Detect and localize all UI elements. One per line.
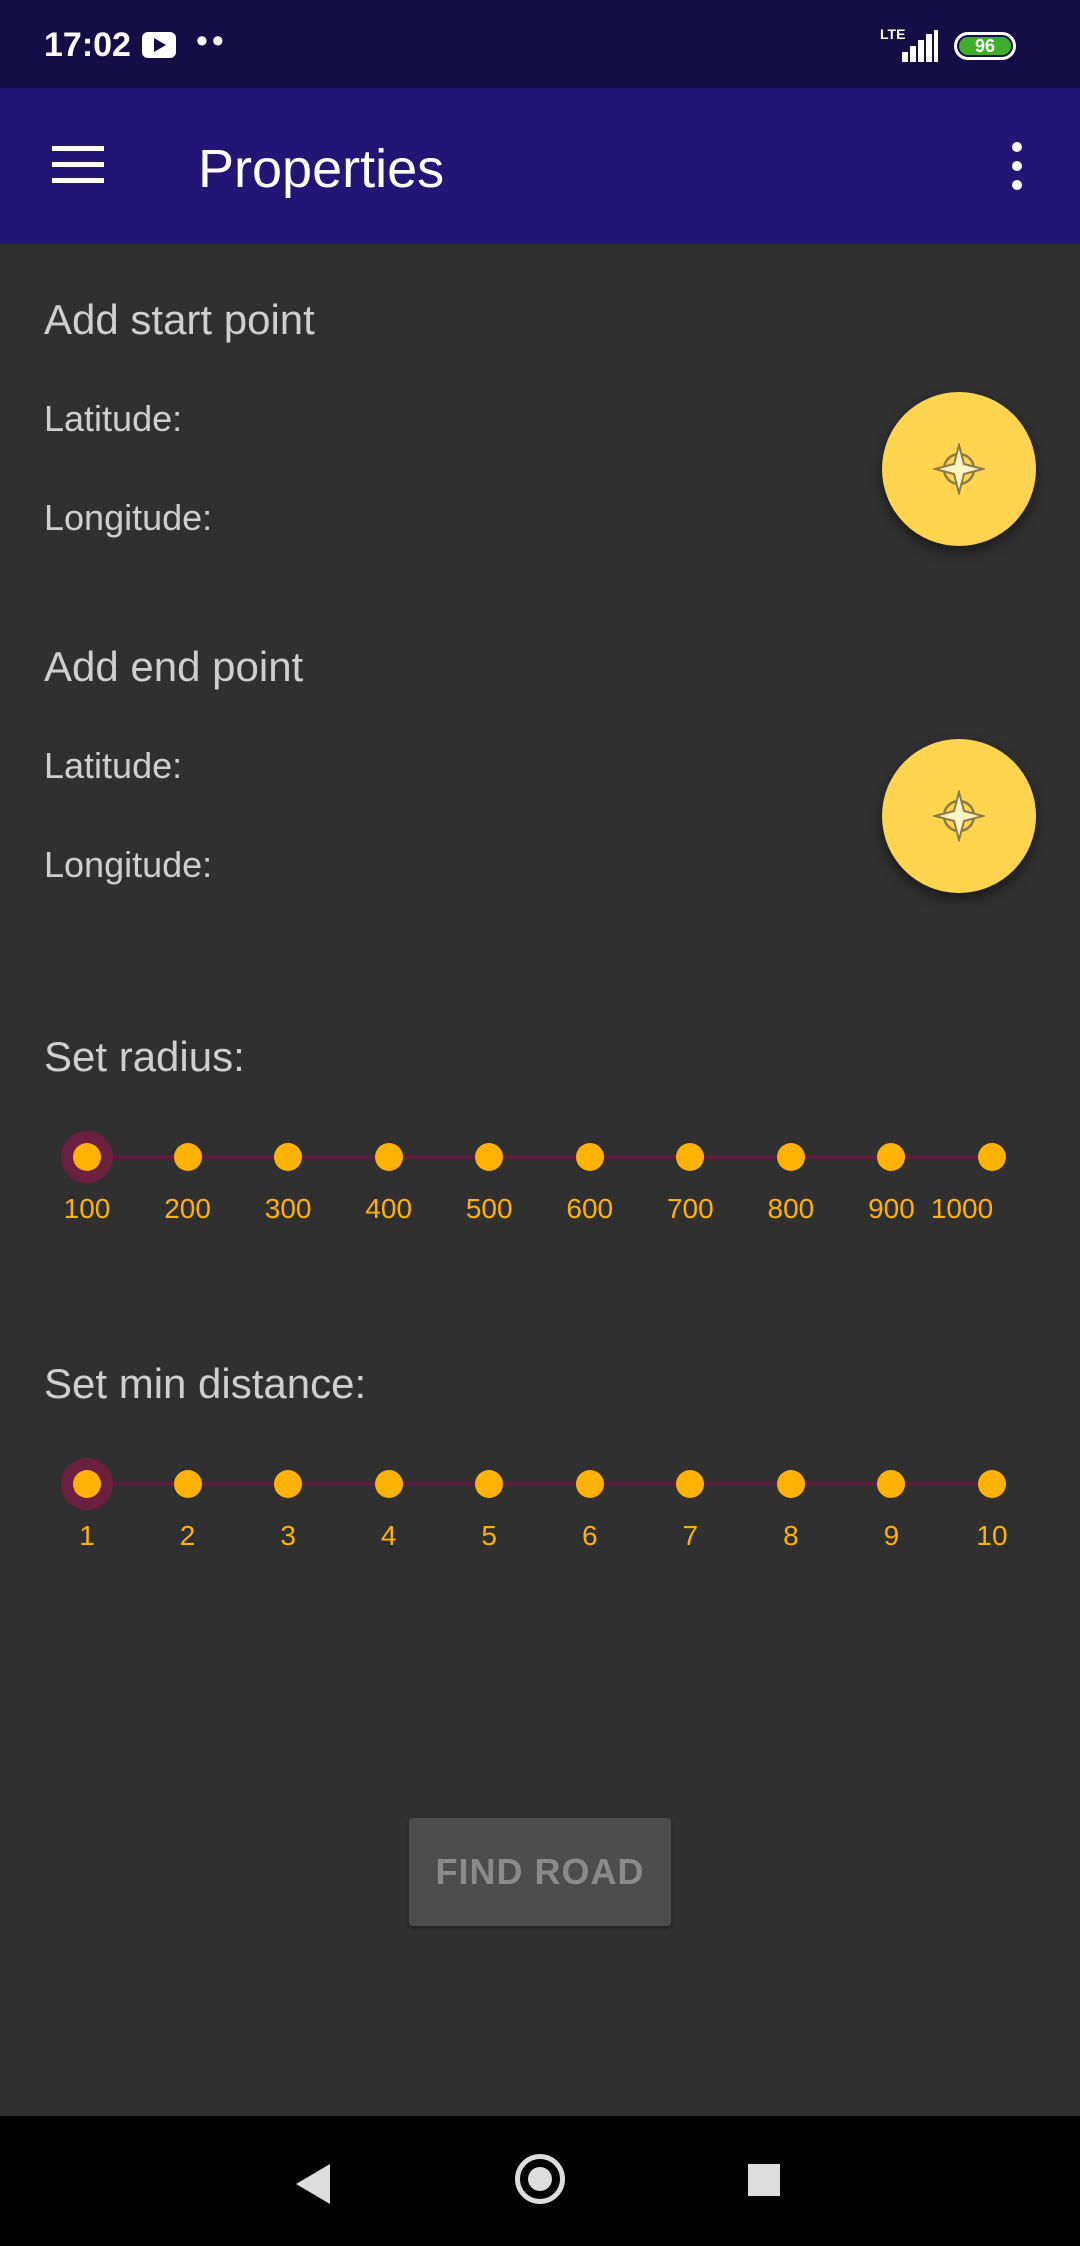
end-point-title: Add end point bbox=[44, 643, 304, 690]
signal-icon bbox=[898, 30, 938, 62]
status-time: 17:02 bbox=[44, 26, 131, 64]
slider-tick-label: 10 bbox=[976, 1520, 1008, 1551]
slider-tick[interactable] bbox=[274, 1470, 303, 1498]
status-bar: 17:02 •• LTE 96 bbox=[0, 0, 1080, 88]
slider-tick[interactable] bbox=[575, 1143, 604, 1171]
slider-tick[interactable] bbox=[978, 1143, 1006, 1171]
slider-tick-label: 500 bbox=[465, 1193, 513, 1224]
slider-tick[interactable] bbox=[676, 1470, 705, 1498]
notification-dots-icon: •• bbox=[196, 22, 228, 60]
slider-tick[interactable] bbox=[173, 1143, 202, 1171]
slider-tick[interactable] bbox=[575, 1470, 604, 1498]
slider-tick[interactable] bbox=[374, 1143, 403, 1171]
slider-track bbox=[87, 1482, 992, 1486]
end-latitude-label: Latitude: bbox=[44, 745, 183, 786]
min-distance-slider[interactable]: 1 2 3 4 5 6 7 8 9 10 bbox=[61, 1434, 1008, 1551]
slider-tick[interactable] bbox=[877, 1470, 906, 1498]
menu-icon[interactable] bbox=[52, 146, 104, 184]
slider-tick-label: 2 bbox=[179, 1520, 196, 1551]
recents-icon[interactable] bbox=[748, 2164, 780, 2196]
slider-track bbox=[87, 1155, 992, 1159]
slider-tick-label: 300 bbox=[264, 1193, 312, 1224]
slider-tick-label: 200 bbox=[164, 1193, 211, 1224]
radius-title: Set radius: bbox=[44, 1033, 245, 1080]
slider-tick-label: 3 bbox=[280, 1520, 296, 1551]
slider-tick-label: 7 bbox=[682, 1520, 699, 1551]
slider-tick[interactable] bbox=[978, 1470, 1006, 1498]
start-point-location-button[interactable] bbox=[882, 392, 1036, 546]
slider-tick[interactable] bbox=[73, 1470, 101, 1498]
slider-tick-label: 900 bbox=[868, 1193, 915, 1224]
min-distance-title: Set min distance: bbox=[44, 1360, 367, 1407]
slider-tick-label: 1000 bbox=[930, 1193, 994, 1224]
end-longitude-label: Longitude: bbox=[44, 844, 213, 885]
slider-tick[interactable] bbox=[73, 1143, 101, 1171]
slider-tick-label: 9 bbox=[883, 1520, 900, 1551]
slider-tick-label: 6 bbox=[581, 1520, 598, 1551]
app-bar: Properties bbox=[0, 88, 1080, 244]
page-title: Properties bbox=[198, 139, 445, 199]
home-icon[interactable] bbox=[515, 2154, 565, 2204]
start-latitude-label: Latitude: bbox=[44, 398, 183, 439]
battery-icon: 96 bbox=[954, 32, 1016, 60]
slider-tick-label: 1 bbox=[79, 1520, 95, 1551]
navigation-bar bbox=[0, 2116, 1080, 2246]
crosshair-icon bbox=[933, 443, 985, 495]
radius-slider[interactable]: 100 200 300 400 500 600 700 800 900 1000 bbox=[61, 1107, 1006, 1224]
slider-tick[interactable] bbox=[676, 1143, 705, 1171]
slider-tick-label: 8 bbox=[783, 1520, 799, 1551]
slider-tick[interactable] bbox=[776, 1143, 805, 1171]
slider-tick[interactable] bbox=[374, 1470, 403, 1498]
slider-tick[interactable] bbox=[274, 1143, 303, 1171]
slider-tick[interactable] bbox=[475, 1143, 504, 1171]
slider-tick-label: 600 bbox=[566, 1193, 614, 1224]
slider-tick-label: 400 bbox=[365, 1193, 413, 1224]
slider-tick-label: 800 bbox=[767, 1193, 815, 1224]
overflow-menu-icon[interactable] bbox=[1010, 142, 1024, 190]
start-longitude-label: Longitude: bbox=[44, 497, 213, 538]
start-point-title: Add start point bbox=[44, 296, 315, 343]
slider-tick[interactable] bbox=[173, 1470, 202, 1498]
youtube-icon bbox=[142, 32, 176, 58]
back-icon[interactable] bbox=[296, 2164, 330, 2204]
slider-tick-label: 700 bbox=[666, 1193, 714, 1224]
slider-tick[interactable] bbox=[776, 1470, 805, 1498]
crosshair-icon bbox=[933, 790, 985, 842]
slider-tick-label: 100 bbox=[63, 1193, 111, 1224]
slider-tick-label: 5 bbox=[481, 1520, 498, 1551]
slider-tick[interactable] bbox=[475, 1470, 504, 1498]
battery-level: 96 bbox=[959, 37, 1011, 56]
slider-tick-label: 4 bbox=[380, 1520, 397, 1551]
slider-tick[interactable] bbox=[877, 1143, 906, 1171]
find-road-button[interactable]: FIND ROAD bbox=[409, 1818, 671, 1926]
end-point-location-button[interactable] bbox=[882, 739, 1036, 893]
